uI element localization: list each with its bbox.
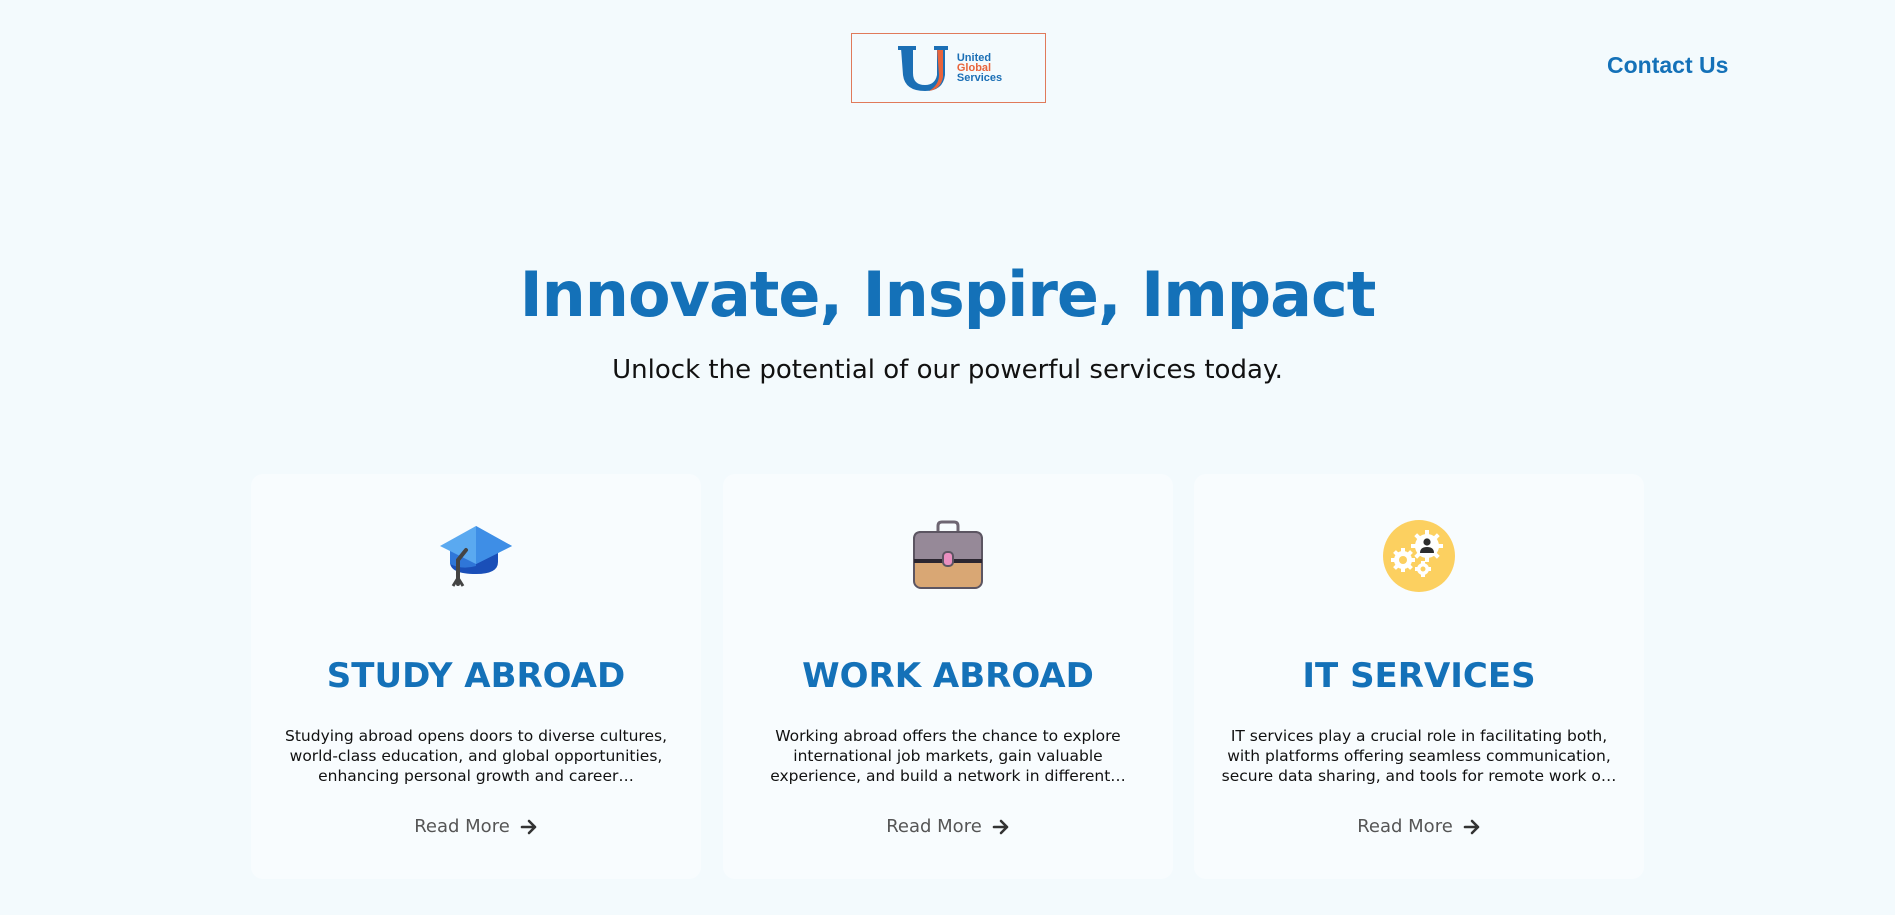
service-card-it-services: IT SERVICES IT services play a crucial r… xyxy=(1194,474,1644,879)
logo-u-icon xyxy=(897,46,948,91)
graduation-cap-icon xyxy=(436,516,516,596)
briefcase-icon xyxy=(908,516,988,596)
card-title: STUDY ABROAD xyxy=(326,656,626,696)
service-card-work-abroad: WORK ABROAD Working abroad offers the ch… xyxy=(723,474,1173,879)
arrow-right-icon xyxy=(1463,819,1480,834)
card-description: IT services play a crucial role in facil… xyxy=(1221,727,1617,785)
read-more-label: Read More xyxy=(886,816,982,837)
hero-title: Innovate, Inspire, Impact xyxy=(519,258,1377,331)
card-description: Studying abroad opens doors to diverse c… xyxy=(284,727,667,785)
card-title: WORK ABROAD xyxy=(802,656,1094,696)
read-more-link[interactable]: Read More xyxy=(1357,816,1481,837)
page: United Global Services Contact Us Innova… xyxy=(0,0,1895,915)
service-card-study-abroad: STUDY ABROAD Studying abroad opens doors… xyxy=(251,474,701,879)
logo[interactable]: United Global Services xyxy=(851,33,1046,103)
read-more-label: Read More xyxy=(414,816,510,837)
logo-line-3: Services xyxy=(956,72,1003,84)
arrow-right-icon xyxy=(992,819,1009,834)
gears-person-icon xyxy=(1379,516,1459,596)
logo-text: United Global Services xyxy=(956,53,1003,84)
card-title: IT SERVICES xyxy=(1302,656,1536,696)
contact-us-link[interactable]: Contact Us xyxy=(1607,52,1728,79)
hero-subtitle: Unlock the potential of our powerful ser… xyxy=(612,355,1283,385)
read-more-label: Read More xyxy=(1357,816,1453,837)
read-more-link[interactable]: Read More xyxy=(886,816,1010,837)
arrow-right-icon xyxy=(520,819,537,834)
card-description: Working abroad offers the chance to expl… xyxy=(770,727,1126,785)
read-more-link[interactable]: Read More xyxy=(414,816,538,837)
